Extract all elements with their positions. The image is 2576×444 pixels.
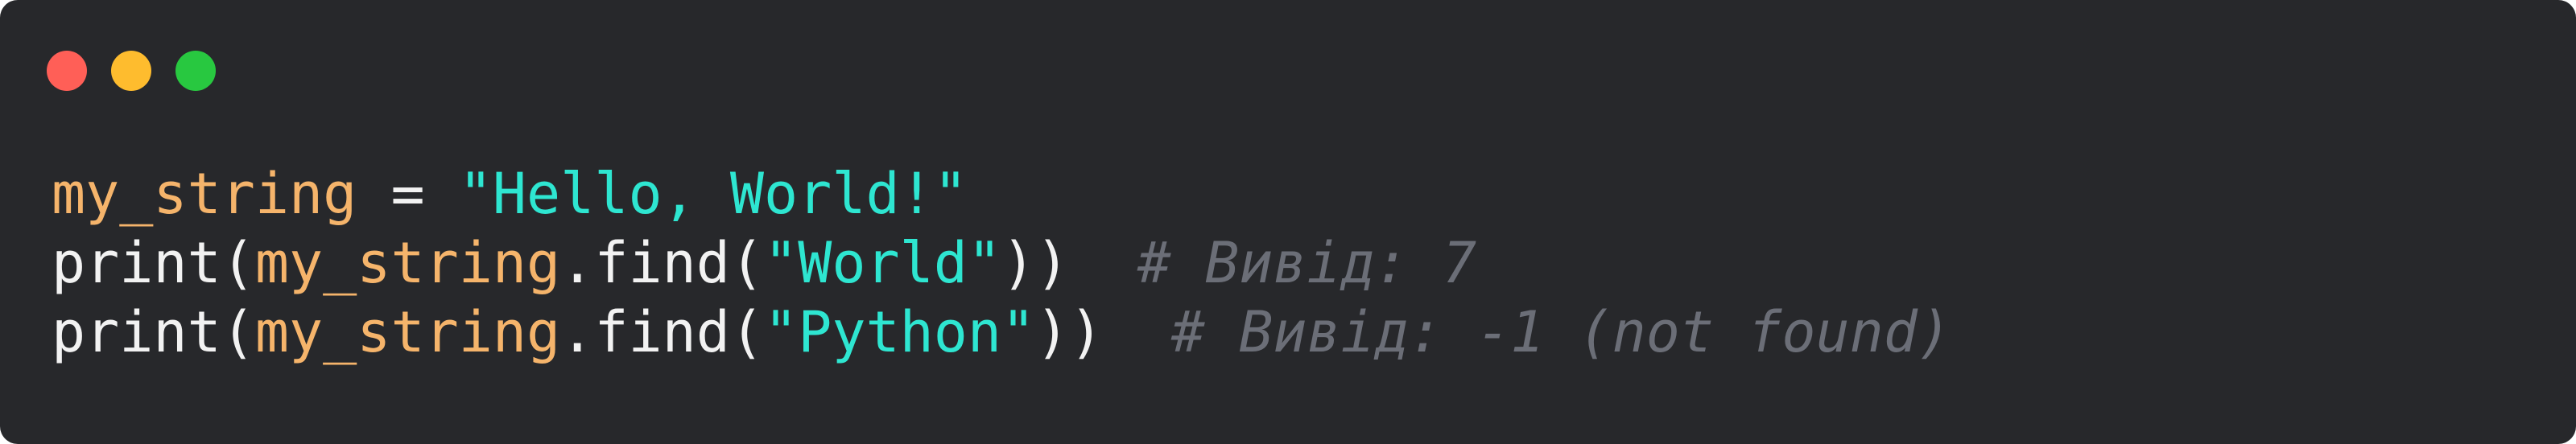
window-titlebar xyxy=(0,0,2576,105)
closing-parens: )) xyxy=(1035,299,1104,365)
closing-parens: )) xyxy=(1001,230,1070,296)
code-comment: # Вивід: 7 xyxy=(1137,230,1477,296)
code-line-1: my_string = "Hello, World!" xyxy=(52,159,1951,228)
comment-spacer xyxy=(1069,230,1137,296)
assignment-operator: = xyxy=(357,161,459,227)
maximize-button[interactable] xyxy=(175,51,216,91)
string-literal: "World" xyxy=(764,230,1002,296)
code-line-3: print(my_string.find("Python")) # Вивід:… xyxy=(52,298,1951,367)
function-call: print( xyxy=(52,230,255,296)
string-literal: "Python" xyxy=(764,299,1036,365)
code-comment: # Вивід: -1 (not found) xyxy=(1170,299,1952,365)
code-line-2: print(my_string.find("World")) # Вивід: … xyxy=(52,228,1951,298)
close-button[interactable] xyxy=(47,51,87,91)
comment-spacer xyxy=(1104,299,1171,365)
variable-token: my_string xyxy=(254,230,561,296)
method-call: .find( xyxy=(560,299,765,365)
minimize-button[interactable] xyxy=(111,51,151,91)
variable-token: my_string xyxy=(52,161,357,227)
function-call: print( xyxy=(52,299,255,365)
string-literal: "Hello, World!" xyxy=(458,161,968,227)
code-window: my_string = "Hello, World!" print(my_stri… xyxy=(0,0,2576,444)
variable-token: my_string xyxy=(254,299,561,365)
method-call: .find( xyxy=(560,230,765,296)
code-block: my_string = "Hello, World!" print(my_stri… xyxy=(52,159,1951,367)
